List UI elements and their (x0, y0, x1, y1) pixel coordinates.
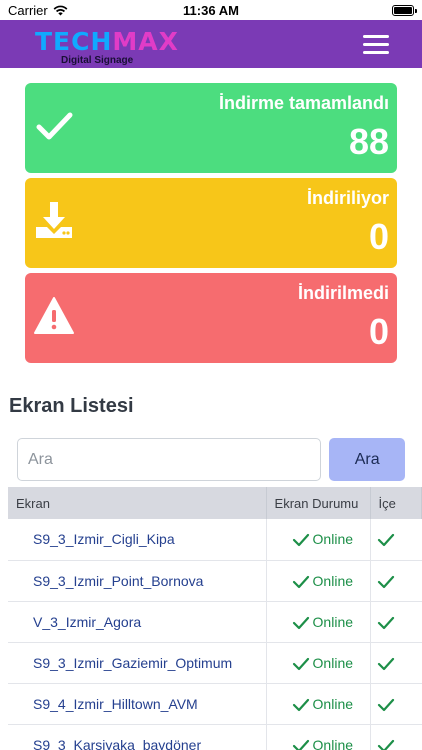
content-cell (369, 642, 422, 684)
check-icon (292, 657, 309, 670)
card-label: İndiriliyor (306, 188, 389, 208)
status-text: Online (312, 572, 354, 589)
status-text: Online (312, 654, 354, 671)
navbar: TECHMAX Digital Signage (0, 20, 422, 68)
search-button[interactable]: Ara (329, 438, 405, 481)
check-icon (377, 616, 394, 629)
card-completed[interactable]: İndirme tamamlandı 88 (25, 83, 397, 173)
column-header-screen[interactable]: Ekran (8, 487, 267, 519)
status-cell: Online (265, 519, 371, 561)
check-icon (292, 534, 309, 547)
status-cell: Online (265, 601, 371, 643)
search-bar: Ara (0, 438, 422, 481)
status-text: Online (312, 531, 354, 548)
card-downloading[interactable]: İndiriliyor 0 (25, 178, 397, 268)
app-logo[interactable]: TECHMAX Digital Signage (35, 24, 178, 66)
check-icon (292, 698, 309, 711)
table-row[interactable]: S9_3_Izmir_Point_Bornova Online (8, 560, 422, 602)
card-value: 0 (368, 311, 389, 352)
section-title: Ekran Listesi (9, 395, 134, 417)
wifi-icon (53, 5, 68, 15)
check-icon (377, 534, 394, 547)
status-cell: Online (265, 642, 371, 684)
table-row[interactable]: V_3_Izmir_Agora Online (8, 601, 422, 643)
check-icon (292, 616, 309, 629)
card-value: 0 (368, 216, 389, 257)
screen-table-wrapper[interactable]: Ekran Ekran Durumu İçe S9_3_Izmir_Cigli_… (8, 487, 422, 750)
card-label: İndirme tamamlandı (218, 93, 389, 113)
check-icon (377, 698, 394, 711)
column-header-status[interactable]: Ekran Durumu (266, 487, 371, 519)
table-row[interactable]: S9_4_Izmir_Hilltown_AVM Online (8, 683, 422, 725)
search-input[interactable] (17, 438, 322, 481)
battery-icon (392, 4, 417, 16)
status-cell: Online (265, 683, 371, 725)
status-left: Carrier (8, 3, 68, 18)
content-cell (369, 601, 422, 643)
check-icon (377, 575, 394, 588)
menu-icon[interactable] (363, 34, 389, 54)
screen-name-link[interactable]: S9_4_Izmir_Hilltown_AVM (8, 683, 267, 725)
column-header-content[interactable]: İçe (370, 487, 422, 519)
table-row[interactable]: S9_3_Karsiyaka_baydöner Online (8, 724, 422, 750)
logo-text: TECHMAX (35, 27, 179, 56)
check-icon (292, 575, 309, 588)
table-row[interactable]: S9_3_Izmir_Gaziemir_Optimum Online (8, 642, 422, 684)
check-icon (36, 112, 73, 140)
status-text: Online (312, 695, 354, 712)
download-icon (36, 202, 72, 238)
download-stats: İndirme tamamlandı 88 İndiriliyor 0 İndi… (0, 68, 422, 363)
content-cell (369, 683, 422, 725)
status-bar: Carrier 11:36 AM (0, 0, 422, 20)
content-cell (369, 519, 422, 561)
logo-subtitle: Digital Signage (61, 55, 134, 66)
screen-name-link[interactable]: S9_3_Karsiyaka_baydöner (8, 724, 267, 750)
card-not-downloaded[interactable]: İndirilmedi 0 (25, 273, 397, 363)
check-icon (292, 739, 309, 750)
card-value: 88 (348, 121, 389, 162)
table-row[interactable]: S9_3_Izmir_Cigli_Kipa Online (8, 519, 422, 561)
card-label: İndirilmedi (297, 283, 389, 303)
screen-name-link[interactable]: S9_3_Izmir_Point_Bornova (8, 560, 267, 602)
carrier-label: Carrier (8, 2, 48, 18)
status-text: Online (312, 613, 354, 630)
screen-name-link[interactable]: V_3_Izmir_Agora (8, 601, 267, 643)
content-cell (369, 724, 422, 750)
table-header: Ekran Ekran Durumu İçe (8, 487, 422, 519)
screen-name-link[interactable]: S9_3_Izmir_Cigli_Kipa (8, 519, 267, 561)
screen-table: Ekran Ekran Durumu İçe S9_3_Izmir_Cigli_… (8, 487, 422, 750)
status-cell: Online (265, 724, 371, 750)
warning-icon (34, 297, 74, 334)
content-cell (369, 560, 422, 602)
status-text: Online (312, 736, 354, 750)
check-icon (377, 739, 394, 750)
check-icon (377, 657, 394, 670)
screen-name-link[interactable]: S9_3_Izmir_Gaziemir_Optimum (8, 642, 267, 684)
status-cell: Online (265, 560, 371, 602)
